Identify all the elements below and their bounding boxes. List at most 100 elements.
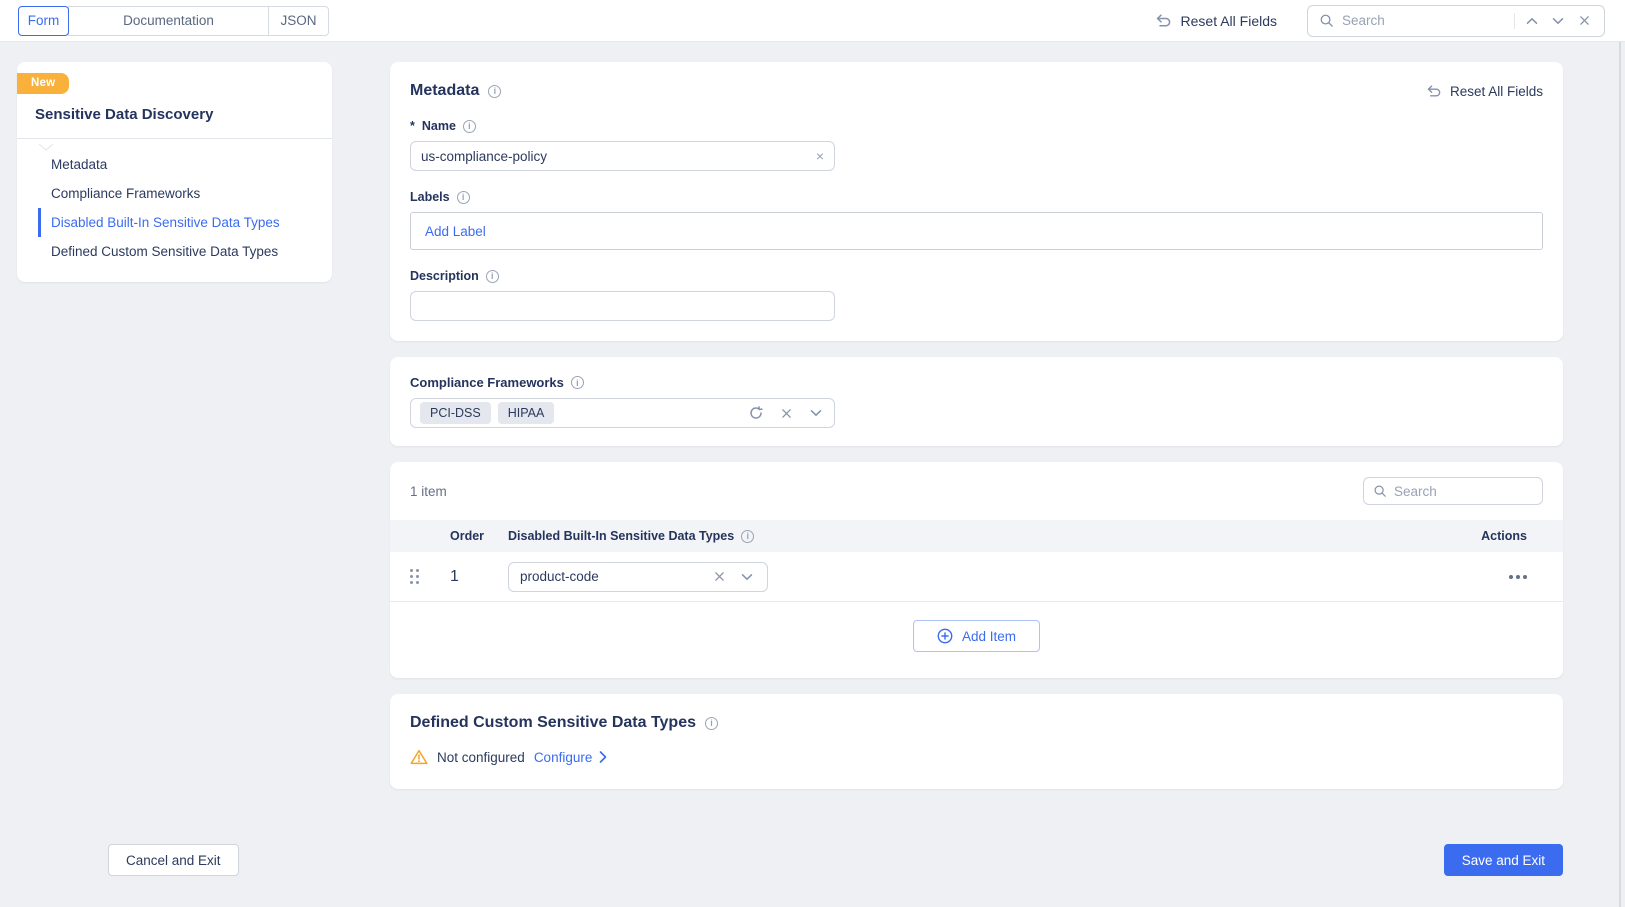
top-bar: Form Documentation JSON Reset All Fields xyxy=(0,0,1625,42)
info-icon[interactable] xyxy=(571,376,584,389)
required-marker: * xyxy=(410,119,415,133)
save-and-exit-button[interactable]: Save and Exit xyxy=(1444,844,1563,876)
custom-types-title-row: Defined Custom Sensitive Data Types xyxy=(410,714,1543,732)
table-search-input[interactable] xyxy=(1394,484,1533,499)
navigator-divider xyxy=(17,138,332,139)
defined-custom-types-card: Defined Custom Sensitive Data Types Not … xyxy=(390,694,1563,789)
description-input[interactable] xyxy=(421,299,824,314)
framework-tag-hipaa[interactable]: HIPAA xyxy=(498,402,555,424)
compliance-frameworks-card: Compliance Frameworks PCI-DSS HIPAA xyxy=(390,357,1563,446)
description-input-wrap xyxy=(410,291,835,321)
nav-item-defined-custom-types[interactable]: Defined Custom Sensitive Data Types xyxy=(38,237,332,266)
cancel-and-exit-button[interactable]: Cancel and Exit xyxy=(108,844,239,876)
compliance-frameworks-label: Compliance Frameworks xyxy=(410,375,564,390)
info-icon[interactable] xyxy=(741,530,754,543)
description-field-label: Description xyxy=(410,269,1543,283)
description-label: Description xyxy=(410,269,479,283)
metadata-card: Metadata Reset All Fields * Name xyxy=(390,62,1563,341)
framework-tag-pci-dss[interactable]: PCI-DSS xyxy=(420,402,491,424)
item-count: 1 item xyxy=(410,484,447,499)
new-badge: New xyxy=(17,73,69,94)
add-label-button[interactable]: Add Label xyxy=(425,224,486,239)
metadata-reset-fields-button[interactable]: Reset All Fields xyxy=(1425,84,1543,99)
table-header-row: Order Disabled Built-In Sensitive Data T… xyxy=(390,520,1563,552)
view-tabs: Form Documentation JSON xyxy=(18,6,329,36)
plus-circle-icon xyxy=(937,628,953,644)
info-icon[interactable] xyxy=(457,191,470,204)
row-type-select[interactable]: product-code xyxy=(508,562,768,592)
nav-item-disabled-built-in-types[interactable]: Disabled Built-In Sensitive Data Types xyxy=(38,208,332,237)
table-row: 1 product-code xyxy=(390,552,1563,602)
add-item-row: Add Item xyxy=(390,602,1563,678)
search-prev-button[interactable] xyxy=(1523,12,1541,30)
search-icon xyxy=(1319,13,1334,28)
nav-item-metadata[interactable]: Metadata xyxy=(38,150,332,179)
metadata-card-title-row: Metadata xyxy=(410,82,501,100)
warning-icon xyxy=(410,749,428,765)
compliance-frameworks-select[interactable]: PCI-DSS HIPAA xyxy=(410,398,835,428)
clear-value-icon[interactable] xyxy=(710,568,728,586)
clear-name-icon[interactable]: × xyxy=(816,149,824,163)
clear-selection-icon[interactable] xyxy=(777,404,795,422)
search-icon xyxy=(1373,484,1387,498)
global-search-input[interactable] xyxy=(1342,13,1506,28)
actions-column-header: Actions xyxy=(1481,529,1543,543)
tab-form[interactable]: Form xyxy=(18,6,69,36)
app-screen: Form Documentation JSON Reset All Fields xyxy=(0,0,1625,907)
refresh-icon[interactable] xyxy=(747,404,765,422)
name-label: Name xyxy=(422,119,456,133)
scrollbar-track[interactable] xyxy=(1619,42,1621,907)
name-field-label: * Name xyxy=(410,119,1543,133)
status-text: Not configured xyxy=(437,750,525,765)
name-input-wrap: × xyxy=(410,141,835,171)
search-next-button[interactable] xyxy=(1549,12,1567,30)
search-close-button[interactable] xyxy=(1575,12,1593,30)
content-area: New Sensitive Data Discovery Metadata Co… xyxy=(0,42,1625,789)
labels-field-label: Labels xyxy=(410,190,1543,204)
types-column-header-row: Disabled Built-In Sensitive Data Types xyxy=(508,529,1447,543)
row-actions-menu-icon[interactable] xyxy=(1509,575,1543,579)
labels-box: Add Label xyxy=(410,212,1543,250)
chevron-down-icon[interactable] xyxy=(807,404,825,422)
info-icon[interactable] xyxy=(486,270,499,283)
metadata-title: Metadata xyxy=(410,82,479,100)
name-input[interactable] xyxy=(421,149,808,164)
reset-icon xyxy=(1154,14,1172,28)
add-item-button[interactable]: Add Item xyxy=(913,620,1040,652)
navigator-list: Metadata Compliance Frameworks Disabled … xyxy=(17,139,332,272)
info-icon[interactable] xyxy=(488,85,501,98)
metadata-reset-label: Reset All Fields xyxy=(1450,84,1543,99)
collapse-chevron-icon xyxy=(39,138,53,156)
info-icon[interactable] xyxy=(705,717,718,730)
table-search-box xyxy=(1363,477,1543,505)
chevron-right-icon xyxy=(599,751,607,763)
search-divider xyxy=(1514,13,1515,29)
not-configured-row: Not configured Configure xyxy=(410,749,1543,765)
disabled-types-table-card: 1 item Order Disabled Built-In Sensitive… xyxy=(390,462,1563,678)
info-icon[interactable] xyxy=(463,120,476,133)
form-navigator-panel: New Sensitive Data Discovery Metadata Co… xyxy=(17,62,332,282)
configure-label: Configure xyxy=(534,750,593,765)
custom-types-title: Defined Custom Sensitive Data Types xyxy=(410,714,696,732)
reset-icon xyxy=(1425,85,1442,98)
order-column-header: Order xyxy=(450,529,508,543)
form-main-column: Metadata Reset All Fields * Name xyxy=(390,62,1563,789)
footer-actions: Cancel and Exit Save and Exit xyxy=(108,844,1563,876)
chevron-down-icon[interactable] xyxy=(738,568,756,586)
nav-item-compliance-frameworks[interactable]: Compliance Frameworks xyxy=(38,179,332,208)
labels-label: Labels xyxy=(410,190,450,204)
types-column-header: Disabled Built-In Sensitive Data Types xyxy=(508,529,734,543)
reset-all-fields-label: Reset All Fields xyxy=(1181,13,1277,29)
row-order-value: 1 xyxy=(450,568,508,586)
compliance-frameworks-label-row: Compliance Frameworks xyxy=(410,375,1543,390)
drag-handle-icon[interactable] xyxy=(410,569,419,584)
form-navigator-title: Sensitive Data Discovery xyxy=(17,94,332,138)
tab-json[interactable]: JSON xyxy=(268,6,329,36)
add-item-label: Add Item xyxy=(962,629,1016,644)
configure-link[interactable]: Configure xyxy=(534,750,608,765)
reset-all-fields-button[interactable]: Reset All Fields xyxy=(1154,13,1277,29)
top-bar-right: Reset All Fields xyxy=(1154,5,1605,37)
tab-documentation[interactable]: Documentation xyxy=(68,6,269,36)
global-search-box xyxy=(1307,5,1605,37)
multiselect-controls xyxy=(747,404,825,422)
